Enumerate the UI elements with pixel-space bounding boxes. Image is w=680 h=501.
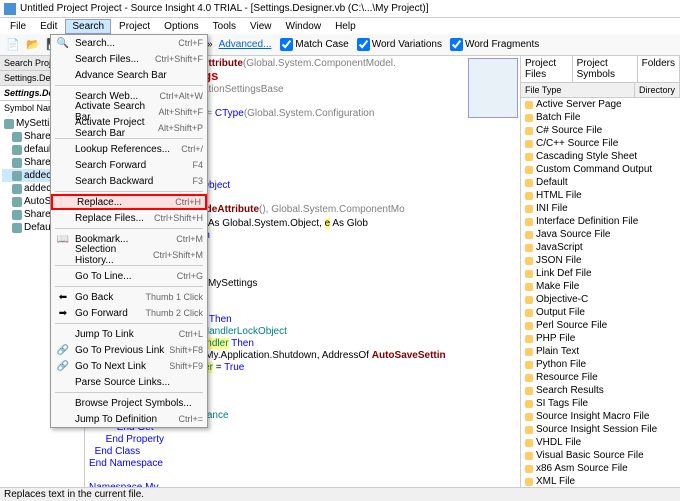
file-type-item[interactable]: Link Def File: [521, 267, 680, 280]
file-type-item[interactable]: HTML File: [521, 189, 680, 202]
menu-item-search-backward[interactable]: Search BackwardF3: [51, 173, 207, 189]
search-menu-dropdown[interactable]: 🔍Search...Ctrl+FSearch Files...Ctrl+Shif…: [50, 34, 208, 428]
menu-item-jump-to-definition[interactable]: Jump To DefinitionCtrl+=: [51, 411, 207, 427]
file-type-item[interactable]: VHDL File: [521, 436, 680, 449]
menu-help[interactable]: Help: [329, 20, 362, 33]
advanced-link[interactable]: Advanced...: [215, 39, 276, 50]
menu-separator: [55, 392, 203, 393]
file-type-item[interactable]: Visual Basic Source File: [521, 449, 680, 462]
tab-project-symbols[interactable]: Project Symbols: [573, 56, 638, 82]
match-case-checkbox[interactable]: Match Case: [277, 38, 351, 51]
menu-item-search-files-[interactable]: Search Files...Ctrl+Shift+F: [51, 51, 207, 67]
file-type-item[interactable]: Search Results: [521, 384, 680, 397]
file-type-item[interactable]: Plain Text: [521, 345, 680, 358]
file-type-item[interactable]: Output File: [521, 306, 680, 319]
menu-item-activate-project-search-bar[interactable]: Activate Project Search BarAlt+Shift+P: [51, 120, 207, 136]
word-variations-checkbox[interactable]: Word Variations: [354, 38, 445, 51]
file-type-item[interactable]: JSON File: [521, 254, 680, 267]
menu-item-selection-history-[interactable]: Selection History...Ctrl+Shift+M: [51, 247, 207, 263]
right-panel: Project Files Project Symbols Folders Fi…: [520, 56, 680, 487]
menu-item-replace-files-[interactable]: Replace Files...Ctrl+Shift+H: [51, 210, 207, 226]
menu-item-jump-to-link[interactable]: Jump To LinkCtrl+L: [51, 326, 207, 342]
file-type-item[interactable]: Default: [521, 176, 680, 189]
file-type-item[interactable]: Java Source File: [521, 228, 680, 241]
file-type-item[interactable]: Active Server Page: [521, 98, 680, 111]
file-type-item[interactable]: Custom Command Output: [521, 163, 680, 176]
file-type-item[interactable]: INI File: [521, 202, 680, 215]
menu-item-go-to-line-[interactable]: Go To Line...Ctrl+G: [51, 268, 207, 284]
file-type-item[interactable]: C/C++ Source File: [521, 137, 680, 150]
menu-item-go-to-previous-link[interactable]: 🔗Go To Previous LinkShift+F8: [51, 342, 207, 358]
menu-item-replace-[interactable]: Replace...Ctrl+H: [51, 194, 207, 210]
menu-item-parse-source-links-[interactable]: Parse Source Links...: [51, 374, 207, 390]
menu-view[interactable]: View: [244, 20, 278, 33]
menu-separator: [55, 191, 203, 192]
tab-folders[interactable]: Folders: [638, 56, 680, 82]
status-text: Replaces text in the current file.: [4, 489, 144, 500]
file-type-item[interactable]: JavaScript: [521, 241, 680, 254]
new-icon[interactable]: 📄: [4, 36, 22, 54]
menu-file[interactable]: File: [4, 20, 32, 33]
file-type-item[interactable]: Source Insight Macro File: [521, 410, 680, 423]
file-type-item[interactable]: C# Source File: [521, 124, 680, 137]
app-icon: [4, 3, 16, 15]
menu-item-go-back[interactable]: ⬅Go BackThumb 1 Click: [51, 289, 207, 305]
file-type-item[interactable]: Objective-C: [521, 293, 680, 306]
col-directory[interactable]: Directory: [635, 83, 680, 97]
menu-item-search-[interactable]: 🔍Search...Ctrl+F: [51, 35, 207, 51]
menu-edit[interactable]: Edit: [34, 20, 63, 33]
status-bar: Replaces text in the current file.: [0, 487, 680, 501]
file-type-item[interactable]: Interface Definition File: [521, 215, 680, 228]
menu-item-lookup-references-[interactable]: Lookup References...Ctrl+/: [51, 141, 207, 157]
menu-item-advance-search-bar[interactable]: Advance Search Bar: [51, 67, 207, 83]
menu-search[interactable]: Search: [65, 19, 111, 34]
col-filetype[interactable]: File Type: [521, 83, 635, 97]
word-fragments-checkbox[interactable]: Word Fragments: [447, 38, 542, 51]
file-type-item[interactable]: SI Tags File: [521, 397, 680, 410]
list-header: File Type Directory: [521, 83, 680, 98]
menu-separator: [55, 323, 203, 324]
file-type-item[interactable]: Cascading Style Sheet: [521, 150, 680, 163]
file-type-item[interactable]: Make File: [521, 280, 680, 293]
file-type-item[interactable]: Batch File: [521, 111, 680, 124]
menu-separator: [55, 286, 203, 287]
file-type-item[interactable]: x86 Asm Source File: [521, 462, 680, 475]
file-type-item[interactable]: Source Insight Session File: [521, 423, 680, 436]
open-icon[interactable]: 📂: [24, 36, 42, 54]
tab-project-files[interactable]: Project Files: [521, 56, 573, 82]
menu-window[interactable]: Window: [280, 20, 328, 33]
menu-item-go-to-next-link[interactable]: 🔗Go To Next LinkShift+F9: [51, 358, 207, 374]
menu-bar[interactable]: File Edit Search Project Options Tools V…: [0, 18, 680, 34]
menu-separator: [55, 85, 203, 86]
menu-item-browse-project-symbols-[interactable]: Browse Project Symbols...: [51, 395, 207, 411]
file-type-item[interactable]: PHP File: [521, 332, 680, 345]
menu-options[interactable]: Options: [158, 20, 204, 33]
file-type-item[interactable]: Perl Source File: [521, 319, 680, 332]
file-type-item[interactable]: Resource File: [521, 371, 680, 384]
window-title: Untitled Project Project - Source Insigh…: [20, 3, 429, 14]
menu-item-search-forward[interactable]: Search ForwardF4: [51, 157, 207, 173]
menu-item-go-forward[interactable]: ➡Go ForwardThumb 2 Click: [51, 305, 207, 321]
minimap[interactable]: [468, 58, 518, 118]
right-tabs[interactable]: Project Files Project Symbols Folders: [521, 56, 680, 83]
menu-tools[interactable]: Tools: [207, 20, 242, 33]
file-type-item[interactable]: Python File: [521, 358, 680, 371]
file-type-list[interactable]: Active Server PageBatch FileC# Source Fi…: [521, 98, 680, 488]
menu-project[interactable]: Project: [113, 20, 156, 33]
title-bar: Untitled Project Project - Source Insigh…: [0, 0, 680, 18]
menu-separator: [55, 228, 203, 229]
